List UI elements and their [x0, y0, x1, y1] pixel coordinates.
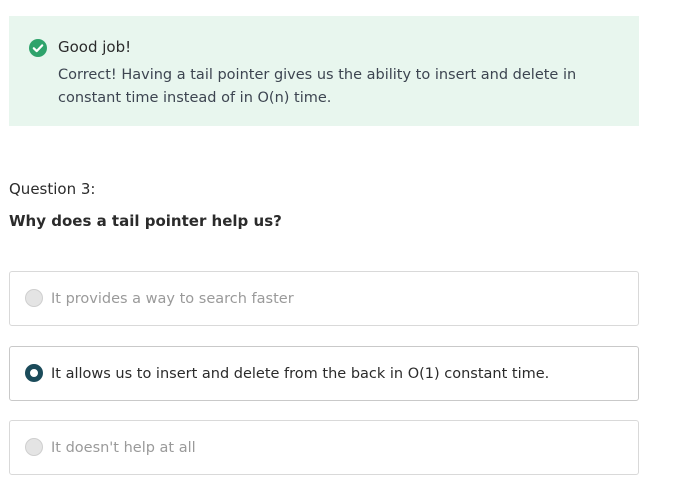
question-text: Why does a tail pointer help us?: [9, 212, 282, 230]
radio-button[interactable]: [25, 289, 43, 307]
question-number: Question 3:: [9, 180, 96, 198]
feedback-banner: Good job! Correct! Having a tail pointer…: [9, 16, 639, 126]
answer-option-label: It doesn't help at all: [51, 440, 196, 456]
check-circle-icon: [29, 39, 47, 57]
answer-option-2[interactable]: It allows us to insert and delete from t…: [9, 346, 639, 401]
answer-option-3[interactable]: It doesn't help at all: [9, 420, 639, 475]
answer-option-label: It provides a way to search faster: [51, 291, 294, 307]
radio-button-selected[interactable]: [25, 364, 43, 382]
answer-option-label: It allows us to insert and delete from t…: [51, 366, 550, 382]
feedback-title: Good job!: [58, 38, 132, 56]
radio-button[interactable]: [25, 438, 43, 456]
feedback-message: Correct! Having a tail pointer gives us …: [58, 67, 577, 106]
answer-option-1[interactable]: It provides a way to search faster: [9, 271, 639, 326]
